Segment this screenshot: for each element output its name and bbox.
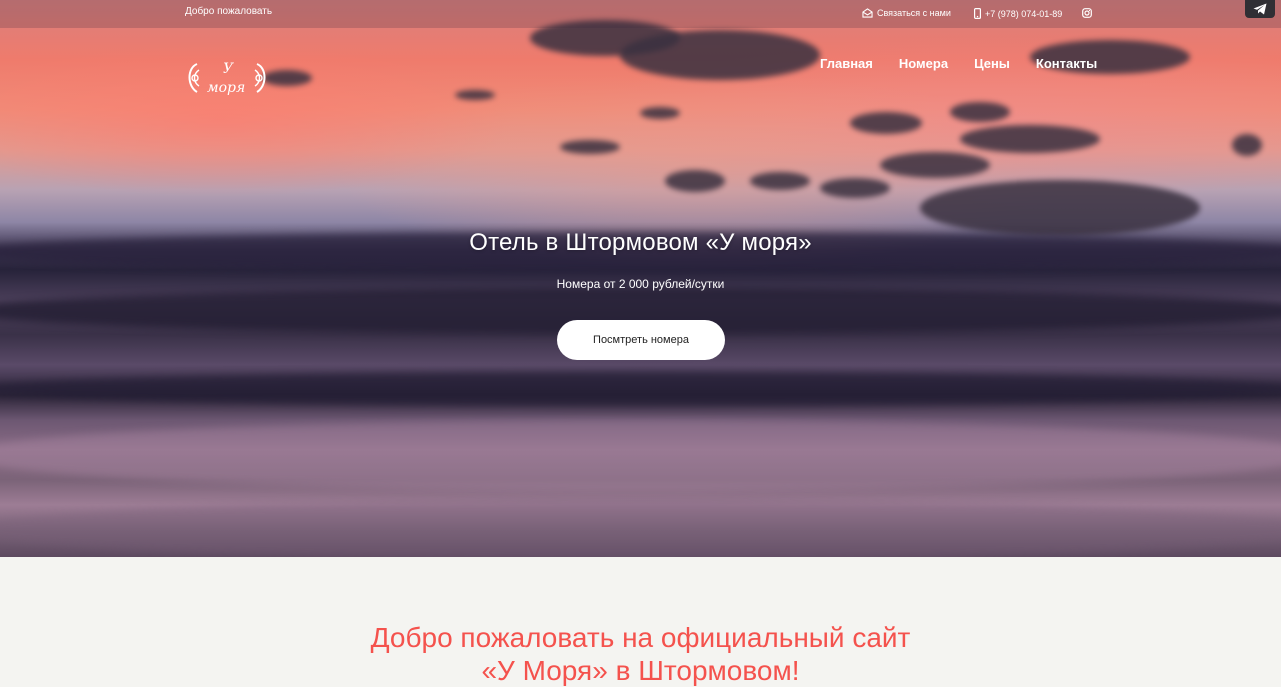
wave-shape: [0, 372, 1281, 406]
view-rooms-button[interactable]: Посмтреть номера: [557, 320, 725, 360]
nav-item-home[interactable]: Главная: [820, 56, 873, 71]
logo-emblem: У моря: [188, 61, 266, 96]
hero-section: Добро пожаловать Связаться с нами +7 (97…: [0, 0, 1281, 557]
cloud-shape: [640, 107, 680, 119]
cloud-shape: [920, 180, 1200, 236]
telegram-icon: [1253, 3, 1267, 15]
welcome-section: Добро пожаловать на официальный сайт «У …: [0, 557, 1281, 686]
contact-us-link[interactable]: Связаться с нами: [862, 8, 951, 18]
cloud-shape: [950, 102, 1010, 122]
cloud-shape: [560, 140, 620, 154]
wave-shape: [0, 500, 1281, 557]
site-logo[interactable]: У моря: [185, 56, 269, 100]
envelope-open-icon: [862, 8, 873, 18]
welcome-heading: Добро пожаловать на официальный сайт «У …: [0, 621, 1281, 687]
telegram-button[interactable]: [1245, 0, 1275, 18]
cloud-shape: [262, 70, 312, 86]
cloud-shape: [750, 172, 810, 190]
contact-us-label: Связаться с нами: [877, 8, 951, 18]
phone-link[interactable]: +7 (978) 074-01-89: [974, 8, 1062, 19]
welcome-heading-line1: Добро пожаловать на официальный сайт: [370, 622, 911, 653]
welcome-heading-line2: «У Моря» в Штормовом!: [481, 655, 800, 686]
cloud-shape: [880, 152, 990, 178]
welcome-text: Добро пожаловать: [185, 6, 273, 17]
hero-title: Отель в Штормовом «У моря»: [469, 229, 812, 256]
hero-subtitle: Номера от 2 000 рублей/сутки: [556, 277, 725, 291]
cloud-shape: [665, 170, 725, 192]
cloud-shape: [455, 90, 495, 100]
cloud-shape: [1232, 134, 1262, 156]
instagram-icon: [1082, 8, 1092, 18]
logo-text-line1: У: [223, 61, 234, 77]
cloud-shape: [620, 30, 820, 80]
nav-item-rooms[interactable]: Номера: [899, 56, 948, 71]
wave-shape: [0, 420, 1281, 490]
top-bar: Добро пожаловать Связаться с нами +7 (97…: [0, 0, 1281, 28]
cloud-shape: [820, 178, 890, 198]
cloud-shape: [960, 125, 1100, 153]
instagram-link[interactable]: [1082, 8, 1092, 21]
mobile-phone-icon: [974, 8, 981, 19]
nav-item-prices[interactable]: Цены: [974, 56, 1010, 71]
cloud-shape: [850, 112, 922, 134]
nav-item-contacts[interactable]: Контакты: [1036, 56, 1097, 71]
logo-text-line2: моря: [207, 80, 245, 96]
main-nav: Главная Номера Цены Контакты: [820, 56, 1097, 71]
phone-number: +7 (978) 074-01-89: [985, 8, 1063, 19]
